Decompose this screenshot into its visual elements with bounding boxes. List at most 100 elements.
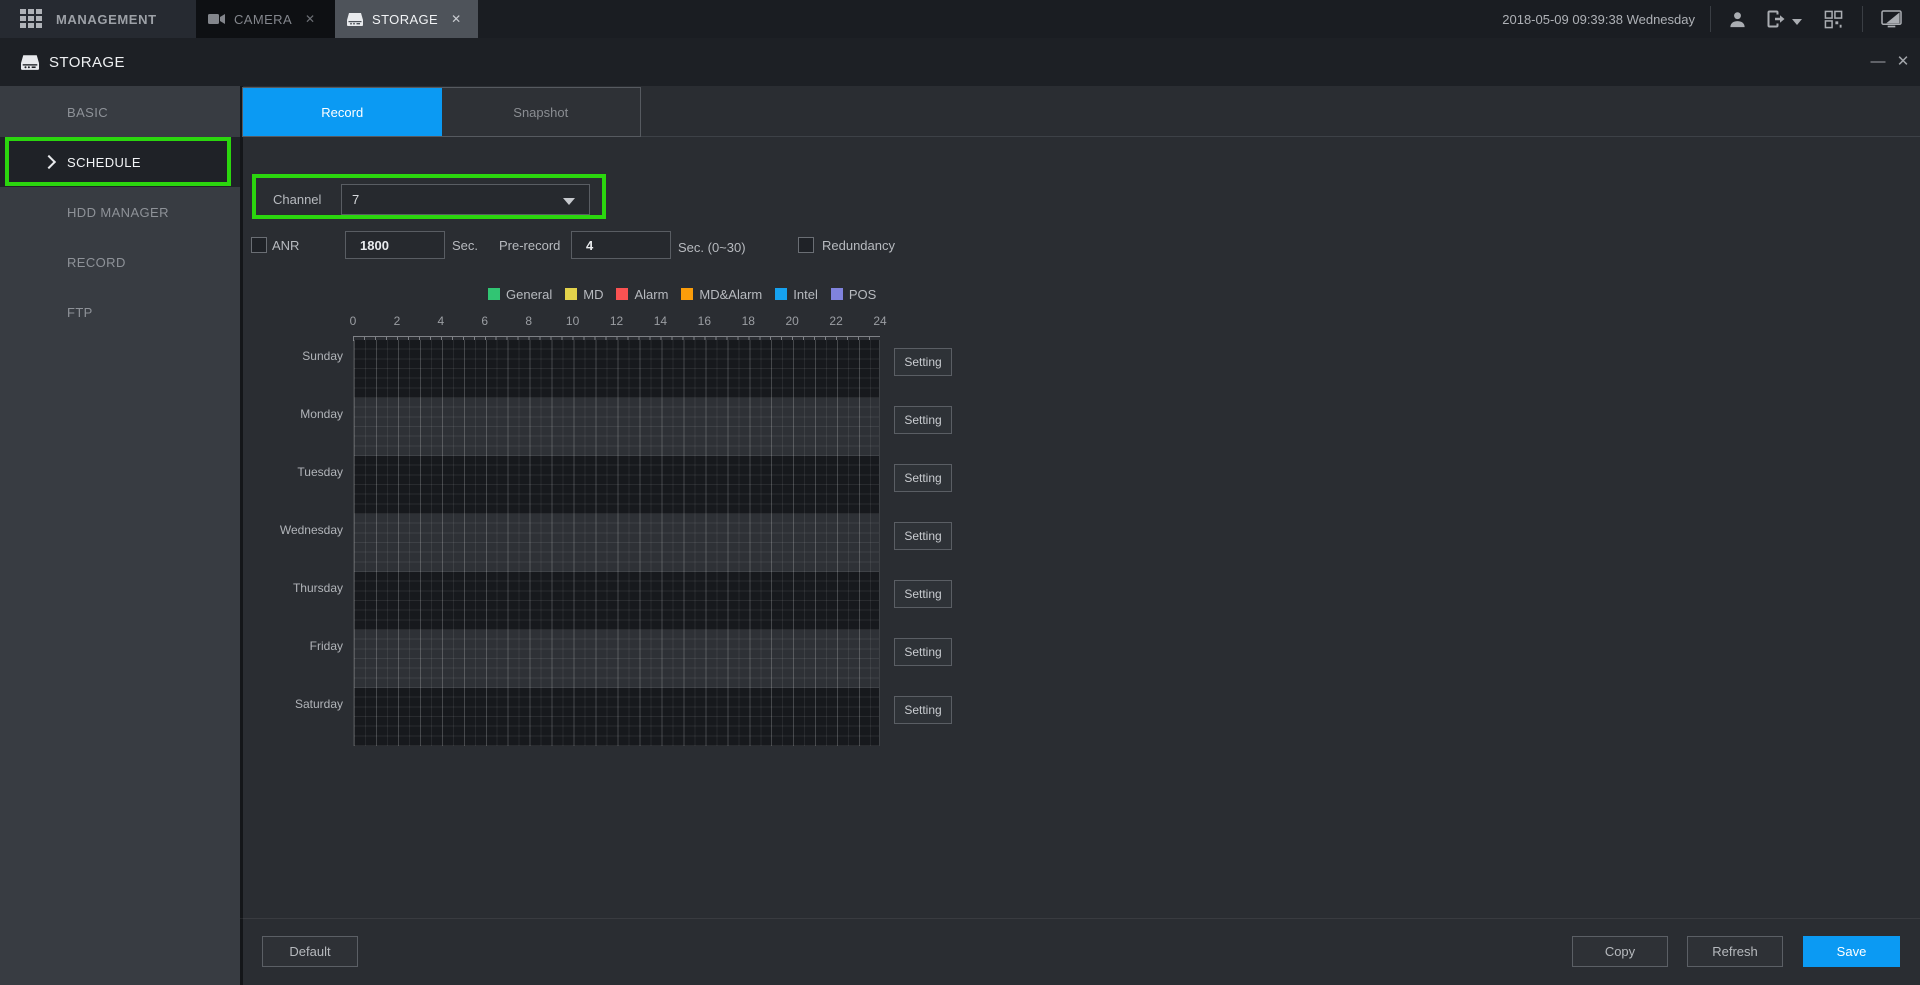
logout-caret-icon (1792, 19, 1802, 25)
camera-tab-close-icon[interactable]: ✕ (305, 12, 315, 26)
hour-label: 2 (394, 314, 401, 328)
topbar-separator (1862, 6, 1863, 32)
redundancy-label: Redundancy (822, 231, 895, 259)
default-button[interactable]: Default (262, 936, 358, 967)
save-button[interactable]: Save (1803, 936, 1900, 967)
storage-disk-icon (347, 13, 363, 26)
sidebar-item-label: HDD MANAGER (67, 205, 169, 220)
legend-item: General (488, 287, 552, 302)
system-datetime: 2018-05-09 09:39:38 Wednesday (1502, 0, 1695, 38)
qr-code-icon (1824, 10, 1843, 29)
redundancy-checkbox[interactable] (798, 237, 814, 253)
legend-label: Alarm (634, 287, 668, 302)
storage-tab[interactable]: STORAGE ✕ (335, 0, 478, 38)
schedule-grid-friday[interactable] (354, 630, 879, 688)
sidebar-item-basic[interactable]: BASIC (0, 87, 240, 137)
record-type-legend: General MD Alarm MD&Alarm Intel POS (488, 286, 876, 302)
legend-swatch (831, 288, 843, 300)
storage-tab-label: STORAGE (372, 12, 438, 27)
anr-label: ANR (272, 231, 299, 259)
hour-label: 16 (698, 314, 711, 328)
sidebar-item-label: BASIC (67, 105, 108, 120)
setting-button-monday[interactable]: Setting (894, 406, 952, 434)
channel-dropdown-value: 7 (352, 192, 359, 207)
sidebar-item-ftp[interactable]: FTP (0, 287, 240, 337)
schedule-grid-sunday[interactable] (354, 340, 879, 398)
topbar-separator (1710, 6, 1711, 32)
hour-label: 24 (873, 314, 886, 328)
channel-label: Channel (273, 184, 321, 215)
window-close-button[interactable]: ✕ (1894, 52, 1912, 72)
tab-snapshot[interactable]: Snapshot (442, 88, 641, 136)
anr-duration-input[interactable] (345, 231, 445, 259)
sidebar-item-record[interactable]: RECORD (0, 237, 240, 287)
sidebar-item-label: RECORD (67, 255, 126, 270)
logout-button[interactable] (1762, 0, 1806, 38)
prerecord-unit-label: Sec. (0~30) (678, 233, 746, 261)
day-label-monday: Monday (160, 407, 343, 421)
tab-record[interactable]: Record (243, 88, 442, 136)
user-account-button[interactable] (1722, 0, 1752, 38)
storage-tab-close-icon[interactable]: ✕ (451, 12, 461, 26)
legend-item: MD (565, 287, 603, 302)
hour-label: 10 (566, 314, 579, 328)
storage-settings-screen: MANAGEMENT CAMERA ✕ STORAGE ✕ 2018-0 (0, 0, 1920, 985)
storage-window-icon (21, 55, 39, 70)
legend-label: MD (583, 287, 603, 302)
setting-button-friday[interactable]: Setting (894, 638, 952, 666)
management-label: MANAGEMENT (56, 12, 157, 27)
hour-label: 20 (785, 314, 798, 328)
schedule-grid-tuesday[interactable] (354, 456, 879, 514)
anr-unit-label: Sec. (452, 231, 478, 259)
window-minimize-button[interactable]: — (1870, 52, 1886, 72)
day-label-sunday: Sunday (160, 349, 343, 363)
monitor-icon (1881, 10, 1902, 29)
day-label-tuesday: Tuesday (160, 465, 343, 479)
setting-button-sunday[interactable]: Setting (894, 348, 952, 376)
prerecord-input[interactable] (571, 231, 671, 259)
legend-swatch (616, 288, 628, 300)
legend-label: MD&Alarm (699, 287, 762, 302)
setting-button-wednesday[interactable]: Setting (894, 522, 952, 550)
day-label-friday: Friday (160, 639, 343, 653)
schedule-grid-saturday[interactable] (354, 688, 879, 746)
legend-label: Intel (793, 287, 818, 302)
tab-strip-underline (641, 136, 1920, 137)
prerecord-label: Pre-record (499, 231, 560, 259)
legend-label: General (506, 287, 552, 302)
hour-label: 4 (437, 314, 444, 328)
camera-tab[interactable]: CAMERA ✕ (196, 0, 335, 38)
copy-button[interactable]: Copy (1572, 936, 1668, 967)
legend-swatch (488, 288, 500, 300)
legend-swatch (565, 288, 577, 300)
sidebar-item-label: SCHEDULE (67, 155, 141, 170)
display-output-button[interactable] (1872, 0, 1910, 38)
qr-code-button[interactable] (1818, 0, 1848, 38)
sidebar-item-hdd-manager[interactable]: HDD MANAGER (0, 187, 240, 237)
management-menu[interactable]: MANAGEMENT (0, 0, 196, 38)
schedule-grid-wednesday[interactable] (354, 514, 879, 572)
chevron-down-icon (563, 198, 575, 205)
setting-button-tuesday[interactable]: Setting (894, 464, 952, 492)
day-label-thursday: Thursday (160, 581, 343, 595)
setting-button-thursday[interactable]: Setting (894, 580, 952, 608)
hour-label: 14 (654, 314, 667, 328)
schedule-grid-thursday[interactable] (354, 572, 879, 630)
hour-label: 0 (350, 314, 357, 328)
refresh-button[interactable]: Refresh (1687, 936, 1783, 967)
camera-tab-label: CAMERA (234, 12, 292, 27)
user-icon (1728, 10, 1747, 29)
hour-label: 22 (829, 314, 842, 328)
schedule-grid-monday[interactable] (354, 398, 879, 456)
legend-label: POS (849, 287, 876, 302)
active-chevron-icon (42, 155, 56, 169)
legend-swatch (775, 288, 787, 300)
sidebar-item-schedule[interactable]: SCHEDULE (0, 137, 240, 187)
hour-label: 6 (481, 314, 488, 328)
hour-label: 12 (610, 314, 623, 328)
logout-icon (1766, 10, 1786, 28)
anr-checkbox[interactable] (251, 237, 267, 253)
channel-dropdown[interactable]: 7 (341, 184, 590, 215)
legend-item: POS (831, 287, 876, 302)
setting-button-saturday[interactable]: Setting (894, 696, 952, 724)
